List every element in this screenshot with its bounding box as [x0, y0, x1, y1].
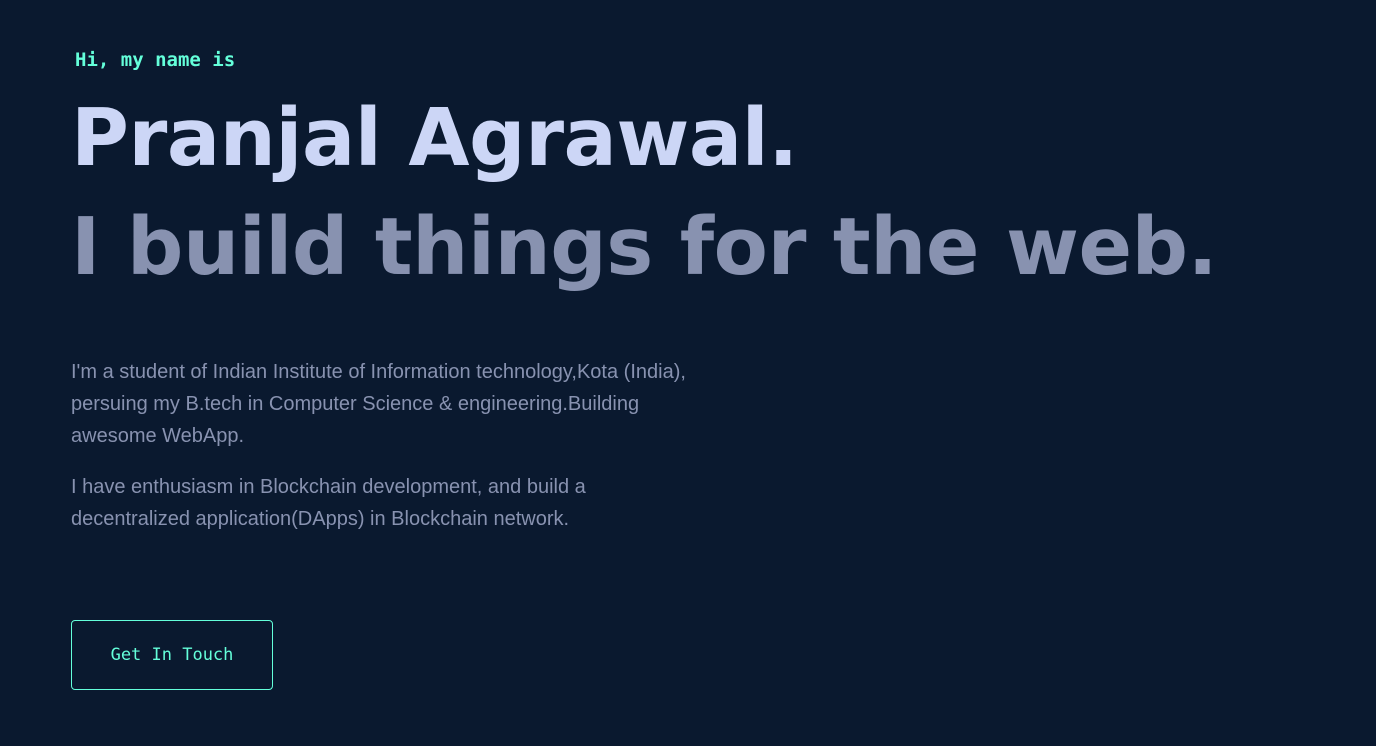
name-heading: Pranjal Agrawal. [71, 92, 798, 184]
tagline-heading: I build things for the web. [71, 201, 1218, 293]
get-in-touch-button[interactable]: Get In Touch [71, 620, 273, 690]
bio-section: I'm a student of Indian Institute of Inf… [71, 356, 691, 554]
hero-section: Hi, my name is Pranjal Agrawal. I build … [71, 0, 1271, 746]
bio-paragraph: I have enthusiasm in Blockchain developm… [71, 476, 586, 530]
bio-paragraph: I'm a student of Indian Institute of Inf… [71, 361, 686, 447]
greeting-text: Hi, my name is [75, 49, 236, 71]
